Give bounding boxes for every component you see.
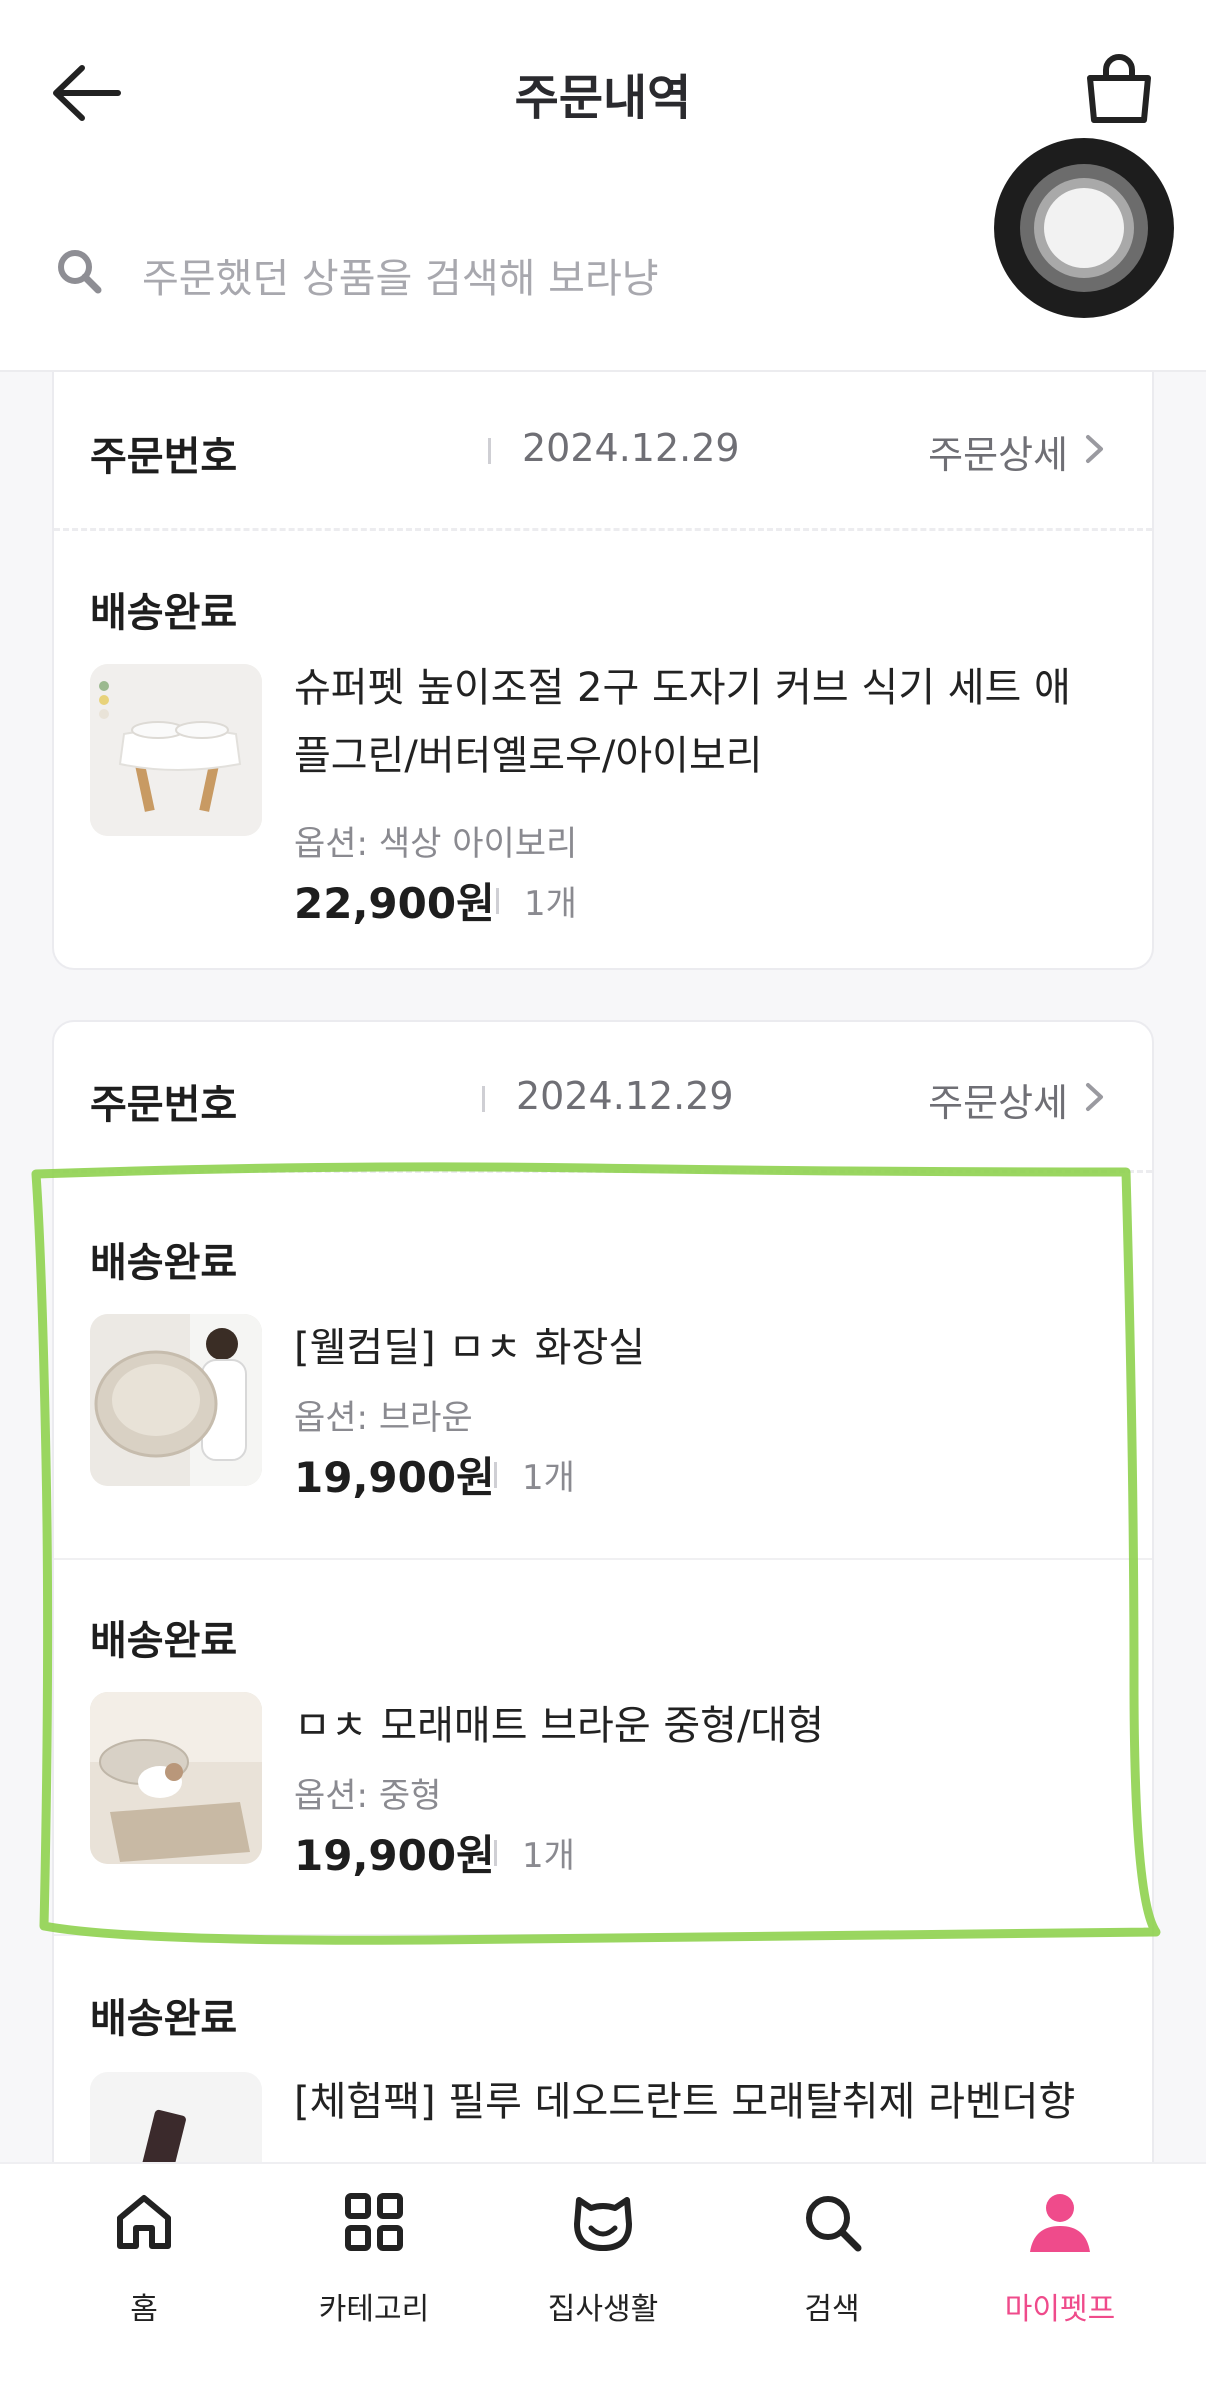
chevron-right-icon: [1086, 435, 1103, 463]
order-header: 주문번호 2024.12.29 주문상세: [54, 1022, 1152, 1178]
order-number-label: 주문번호: [90, 434, 238, 480]
delivery-status: 배송완료: [90, 1618, 238, 1664]
search-icon: [58, 250, 102, 294]
delivery-status: 배송완료: [90, 1240, 238, 1286]
product-name[interactable]: 슈퍼펫 높이조절 2구 도자기 커브 식기 세트 애 플그린/버터옐로우/아이보…: [294, 654, 1114, 790]
tab-butler-life[interactable]: 집사생활: [503, 2188, 703, 2358]
product-name[interactable]: [체험팩] 필루 데오드란트 모래탈취제 라벤더향: [294, 2068, 1114, 2136]
product-option: 옵션: 색상 아이보리: [294, 824, 578, 864]
bottom-tab-bar: 홈 카테고리 집사생활 검색 마이펫프: [0, 2162, 1206, 2395]
item-divider: [54, 1934, 1152, 1936]
product-name-line2: 플그린/버터옐로우/아이보리: [294, 733, 763, 779]
product-name[interactable]: [웰컴딜] ㅁㅊ 화장실: [294, 1314, 1114, 1382]
search-icon: [806, 2196, 862, 2252]
order-divider: [488, 438, 491, 464]
product-option: 옵션: 브라운: [294, 1398, 473, 1438]
item-divider: [54, 1558, 1152, 1560]
order-detail-link[interactable]: 주문상세: [928, 1072, 1068, 1127]
product-price: 19,900원: [294, 1831, 495, 1880]
price-divider: [494, 1840, 497, 1866]
tab-label: 홈: [130, 2292, 158, 2327]
order-card: 주문번호 2024.12.29 주문상세 배송완료 슈퍼펫 높이조절 2구 도자…: [52, 372, 1154, 970]
order-detail-link[interactable]: 주문상세: [928, 424, 1068, 479]
product-thumbnail[interactable]: [90, 664, 262, 836]
bowl-set-image: [90, 664, 262, 836]
cat-face-icon: [574, 2197, 632, 2251]
delivery-status: 배송완료: [90, 590, 238, 636]
product-quantity: 1개: [524, 884, 577, 924]
tab-search[interactable]: 검색: [732, 2188, 932, 2358]
shopping-bag-icon: [1087, 54, 1151, 123]
price-divider: [496, 888, 499, 914]
order-number-label: 주문번호: [90, 1082, 238, 1128]
tab-my-petfriends[interactable]: 마이펫프: [960, 2188, 1160, 2358]
product-option: 옵션: 중형: [294, 1776, 442, 1816]
person-icon: [1030, 2194, 1090, 2252]
order-date: 2024.12.29: [516, 1074, 734, 1118]
grid-icon: [345, 2193, 403, 2251]
price-divider: [494, 1462, 497, 1488]
order-header: 주문번호 2024.12.29 주문상세: [54, 372, 1152, 528]
floating-assistive-button[interactable]: [994, 138, 1174, 318]
tab-label: 검색: [804, 2292, 860, 2327]
product-thumbnail[interactable]: [90, 1692, 262, 1864]
order-date: 2024.12.29: [522, 426, 740, 470]
product-quantity: 1개: [522, 1458, 575, 1498]
dashed-divider: [54, 528, 1152, 531]
page-title: 주문내역: [514, 70, 692, 126]
tab-label: 마이펫프: [1004, 2292, 1116, 2327]
litter-mat-image: [90, 1692, 262, 1864]
order-divider: [482, 1086, 485, 1112]
litter-box-image: [90, 1314, 262, 1486]
product-thumbnail[interactable]: [90, 1314, 262, 1486]
chevron-right-icon: [1086, 1083, 1103, 1111]
order-search-input[interactable]: 주문했던 상품을 검색해 보라냥: [48, 236, 988, 306]
tab-label: 카테고리: [318, 2292, 430, 2327]
tab-category[interactable]: 카테고리: [274, 2188, 474, 2358]
tab-home[interactable]: 홈: [44, 2188, 244, 2358]
search-placeholder: 주문했던 상품을 검색해 보라냥: [142, 256, 659, 302]
delivery-status: 배송완료: [90, 1996, 238, 2042]
dashed-divider: [54, 1170, 1152, 1173]
cart-button[interactable]: [1082, 54, 1156, 126]
product-name-line1: 슈퍼펫 높이조절 2구 도자기 커브 식기 세트 애: [294, 665, 1071, 711]
home-icon: [117, 2195, 171, 2249]
product-name[interactable]: ㅁㅊ 모래매트 브라운 중형/대형: [294, 1692, 1114, 1760]
tab-label: 집사생활: [547, 2292, 659, 2327]
product-price: 19,900원: [294, 1453, 495, 1502]
product-price: 22,900원: [294, 879, 495, 928]
product-quantity: 1개: [522, 1836, 575, 1876]
